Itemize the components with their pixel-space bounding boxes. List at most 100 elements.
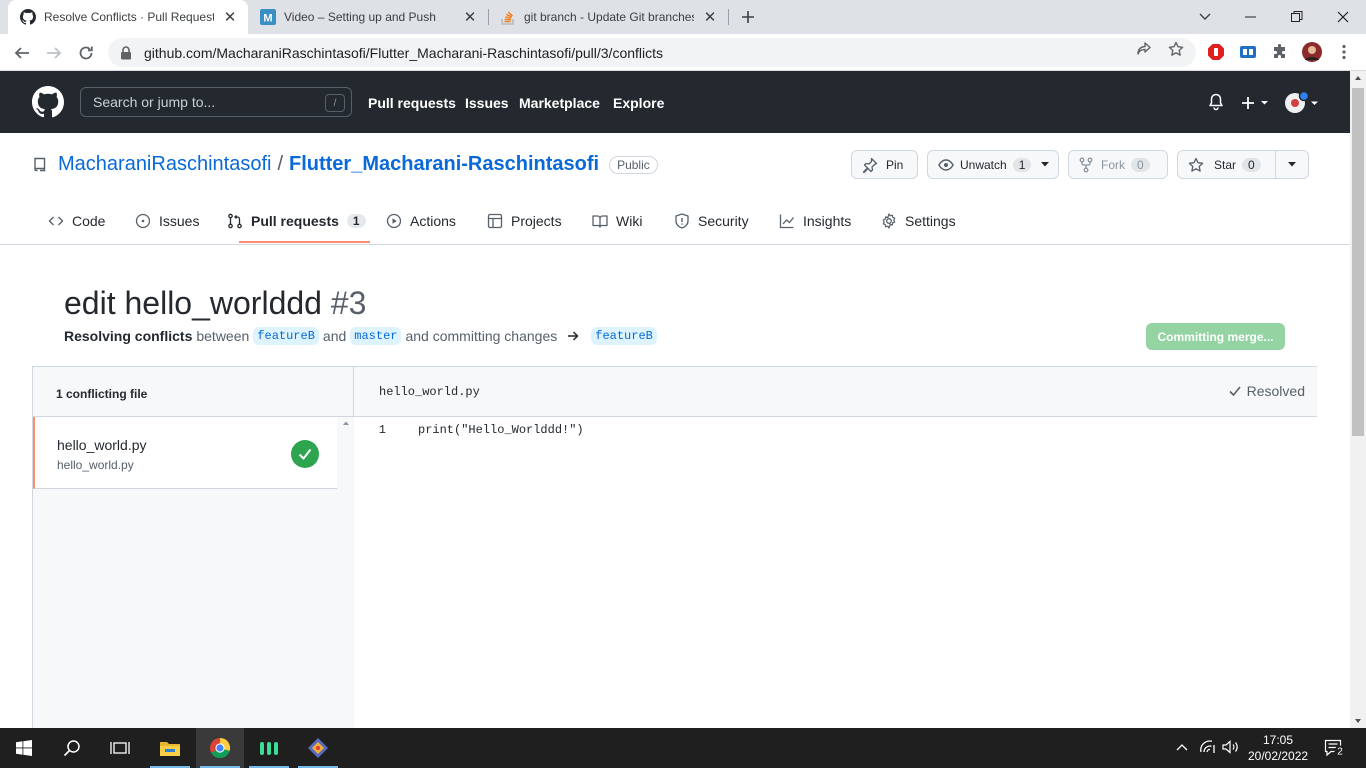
file-list-scrollbar[interactable] [337,417,354,729]
repo-owner-link[interactable]: MacharaniRaschintasofi [58,153,271,176]
github-icon [20,9,36,25]
tab-title: git branch - Update Git branches [524,10,694,24]
bookmark-star-icon[interactable] [1168,41,1184,57]
tab-title: Video – Setting up and Push [284,10,436,24]
nav-explore[interactable]: Explore [613,95,664,111]
target-branch-label[interactable]: featureB [591,327,657,345]
code-editor[interactable]: 1 print("Hello_Worlddd!") [354,417,1317,729]
close-window-button[interactable] [1320,0,1366,34]
star-button[interactable]: Star 0 [1177,150,1276,179]
clock-date: 20/02/2022 [1248,749,1309,763]
puzzle-extensions-icon[interactable] [1270,42,1290,62]
notification-center-icon[interactable]: 2 [1324,739,1346,757]
tab-pull-requests[interactable]: Pull requests 1 [227,211,366,231]
fork-button[interactable]: Fork 0 [1068,150,1168,179]
base-branch-label[interactable]: master [350,327,402,345]
chevron-down-icon [1041,162,1050,167]
nav-marketplace[interactable]: Marketplace [519,95,600,111]
issue-opened-icon [135,213,151,229]
star-lists-dropdown[interactable] [1275,150,1309,179]
unwatch-button[interactable]: Unwatch 1 [927,150,1059,179]
star-count: 0 [1242,157,1261,172]
book-icon [592,213,608,229]
tab-wiki[interactable]: Wiki [592,211,642,231]
translate-extension-icon[interactable] [1238,42,1258,62]
tab-code[interactable]: Code [48,211,105,231]
between-text: between [196,328,250,344]
github-logo-icon[interactable] [32,86,64,118]
reload-button[interactable] [72,39,100,67]
git-pull-request-icon [227,213,243,229]
user-avatar-dropdown[interactable] [1284,91,1320,115]
clock-time: 17:05 [1262,733,1294,747]
star-label: Star [1214,157,1237,172]
windows-start-icon[interactable] [0,728,48,768]
share-icon[interactable] [1136,41,1152,57]
tab-projects[interactable]: Projects [487,211,562,231]
volume-icon[interactable] [1222,740,1240,754]
eye-icon [938,157,954,173]
minimize-button[interactable] [1228,0,1274,34]
tab-security[interactable]: Security [674,211,749,231]
play-icon [386,213,402,229]
create-new-dropdown[interactable] [1241,96,1271,110]
search-icon[interactable] [48,728,96,768]
git-tool-taskbar-icon[interactable] [294,728,342,768]
browser-tab-github[interactable]: Resolve Conflicts · Pull Request # ✕ [8,0,248,34]
task-view-icon[interactable] [96,728,144,768]
system-clock[interactable]: 17:05 20/02/2022 [1248,732,1308,764]
tab-actions[interactable]: Actions [386,211,456,231]
repo-title: MacharaniRaschintasofi / Flutter_Machara… [32,153,658,176]
notification-count: 2 [1337,747,1343,758]
app-taskbar-icon[interactable] [245,728,293,768]
resolved-label: Resolved [1246,383,1305,399]
and-text: and [322,328,347,344]
repo-name-link[interactable]: Flutter_Macharani-Raschintasofi [289,153,599,176]
head-branch-label[interactable]: featureB [253,327,319,345]
tab-issues[interactable]: Issues [135,211,199,231]
tab-search-button[interactable] [1182,0,1228,34]
nav-pull-requests[interactable]: Pull requests [368,95,456,111]
forward-button[interactable] [40,39,68,67]
file-explorer-icon[interactable] [146,728,194,768]
adblock-extension-icon[interactable] [1206,42,1226,62]
chrome-menu-icon[interactable] [1334,42,1354,62]
close-icon[interactable]: ✕ [462,9,478,26]
conflicting-file-item[interactable]: hello_world.py hello_world.py [33,417,337,489]
conflicting-files-list: hello_world.py hello_world.py [33,417,354,729]
github-search-input[interactable]: Search or jump to... / [80,87,352,117]
close-icon[interactable]: ✕ [222,9,238,26]
chevron-up-icon[interactable] [1175,740,1189,754]
table-icon [487,213,503,229]
commit-merge-button[interactable]: Committing merge... [1146,323,1285,350]
wifi-icon[interactable] [1200,740,1216,754]
tab-label: Actions [410,213,456,229]
tab-settings[interactable]: Settings [881,211,956,231]
unwatch-label: Unwatch [960,157,1007,172]
selected-tab-indicator [239,241,370,243]
close-icon[interactable]: ✕ [702,9,718,26]
repo-path-separator: / [277,153,283,175]
browser-tab-stackoverflow[interactable]: git branch - Update Git branches ✕ [488,0,728,34]
page-scrollbar[interactable] [1350,71,1366,728]
profile-avatar[interactable] [1302,42,1322,62]
pr-title-text: edit hello_worlddd [64,285,322,321]
restore-button[interactable] [1274,0,1320,34]
browser-tab-medium[interactable]: M Video – Setting up and Push ✕ [248,0,488,34]
pin-button[interactable]: Pin [851,150,918,179]
scrollbar-thumb[interactable] [1352,88,1364,436]
back-button[interactable] [8,39,36,67]
file-name: hello_world.py [57,437,147,453]
tab-insights[interactable]: Insights [779,211,851,231]
pr-subtitle: Resolving conflicts between featureB and… [64,327,661,345]
search-placeholder: Search or jump to... [93,94,216,110]
resolved-status[interactable]: Resolved [1229,383,1305,399]
pr-title: edit hello_worlddd #3 [64,285,366,322]
address-bar[interactable]: github.com/MacharaniRaschintasofi/Flutte… [108,38,1196,67]
browser-tab-strip: Resolve Conflicts · Pull Request # ✕ M V… [0,0,1366,34]
notifications-bell-icon[interactable] [1208,93,1224,111]
new-tab-button[interactable] [737,6,759,28]
nav-issues[interactable]: Issues [465,95,509,111]
line-number: 1 [378,423,386,437]
chrome-taskbar-icon[interactable] [196,728,244,768]
